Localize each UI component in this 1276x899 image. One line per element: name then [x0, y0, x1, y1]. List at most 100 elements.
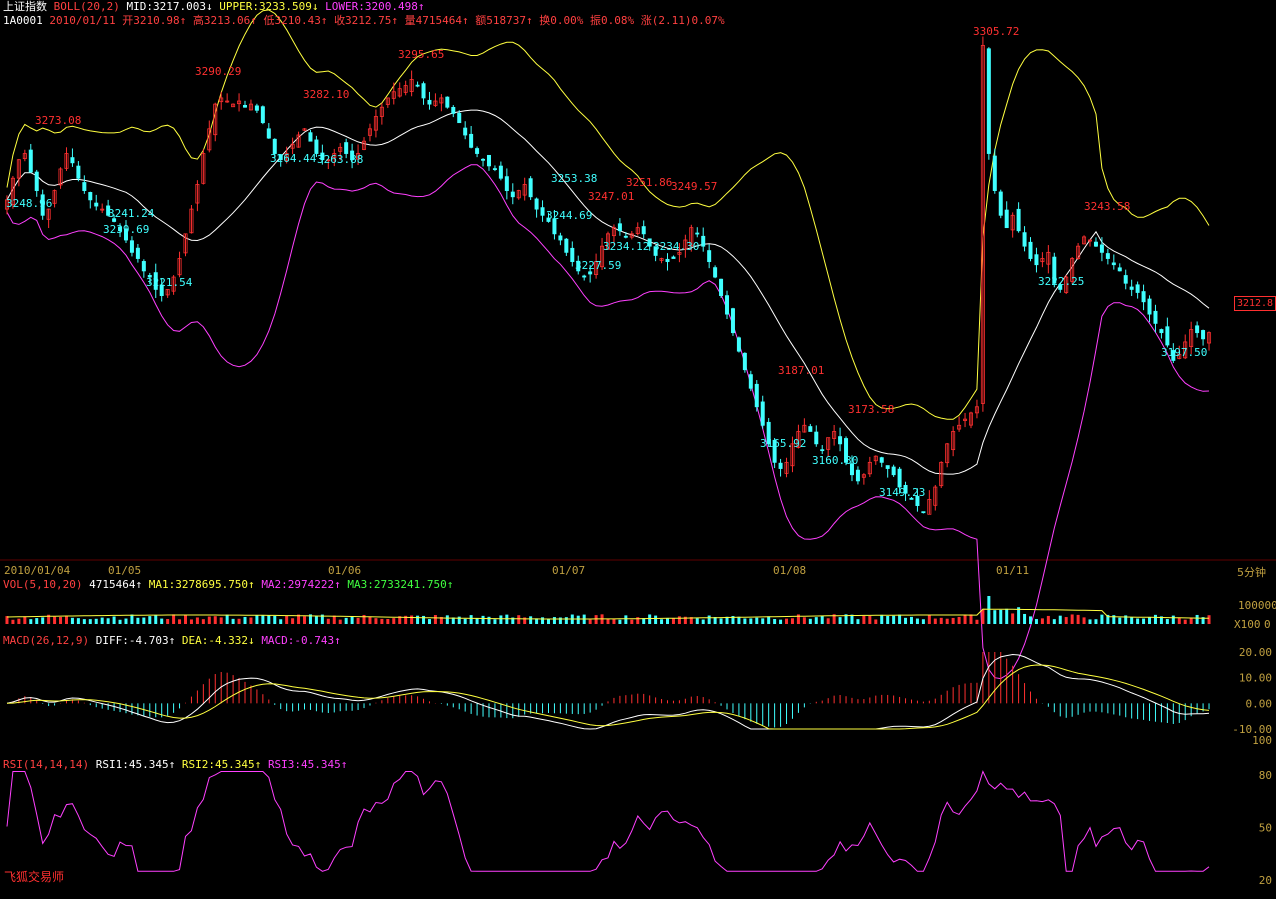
volume-bar [1189, 618, 1193, 624]
volume-bar [1118, 617, 1122, 624]
volume-bar [921, 619, 925, 624]
candle-body [879, 457, 884, 463]
candle-body [992, 155, 997, 191]
volume-bar [1029, 616, 1033, 624]
volume-bar [945, 618, 949, 624]
candle-body [1034, 254, 1039, 266]
volume-bar [695, 618, 699, 624]
candle-body [1093, 241, 1098, 247]
candle-body [736, 337, 741, 352]
low-price-label: 3239.69 [103, 223, 149, 236]
macd-dea-line [6, 664, 1210, 730]
candle-body [707, 250, 712, 263]
date-label: 01/07 [552, 564, 585, 577]
candle-body [129, 240, 134, 253]
volume-bar [773, 619, 777, 624]
candle-body [344, 142, 349, 154]
volume-bar [1070, 614, 1074, 624]
candle-body [671, 256, 676, 259]
volume-bar [1058, 615, 1062, 624]
volume-bar [94, 618, 98, 624]
volume-bar [933, 618, 937, 624]
rsi-header: RSI(14,14,14) RSI1:45.345↑ RSI2:45.345↑ … [3, 758, 347, 771]
volume-bar [898, 614, 902, 624]
volume-bar [499, 615, 503, 624]
macd-tick-label: 20.00 [1239, 646, 1272, 659]
volume-bar [1082, 617, 1086, 624]
vol-ma1: MA1:3278695.750↑ [148, 578, 255, 591]
candle-body [260, 106, 265, 124]
candle-body [641, 226, 646, 235]
volume-bar [392, 618, 396, 624]
volume-bar [279, 619, 283, 624]
volume-bar [410, 615, 414, 624]
high-price-label: 3273.08 [35, 114, 81, 127]
volume-bar [767, 616, 771, 624]
volume-bar [737, 616, 741, 624]
vol-tick-label: 0 [1264, 618, 1271, 631]
volume-bar [237, 618, 241, 624]
volume-bar [939, 617, 943, 624]
volume-bar [1034, 619, 1038, 624]
volume-bar [761, 618, 765, 624]
macd-header: MACD(26,12,9) DIFF:-4.703↑ DEA:-4.332↓ M… [3, 634, 341, 647]
volume-bar [178, 619, 182, 624]
volume-bar [505, 614, 509, 624]
candle-body [534, 198, 539, 210]
volume-bar [1136, 618, 1140, 624]
volume-bar [564, 617, 568, 624]
low-price-label: 3197.50 [1161, 346, 1207, 359]
volume-bar [219, 617, 223, 624]
volume-bar [802, 617, 806, 624]
volume-bar [552, 617, 556, 624]
candle-body [885, 465, 890, 469]
candle-body [28, 149, 33, 173]
volume-bar [660, 619, 664, 624]
volume-bar [23, 616, 27, 624]
candle-body [570, 247, 575, 263]
volume-bar [904, 617, 908, 624]
rsi-tick-label: 100 [1252, 734, 1272, 747]
quote-line: 1A0001 2010/01/11 开3210.98↑ 高3213.06↑ 低3… [3, 14, 725, 27]
candle-body [475, 148, 480, 154]
volume-bar [654, 615, 658, 624]
volume-bar [999, 609, 1003, 624]
quote-low: 低3210.43↑ [263, 14, 328, 27]
volume-bar [862, 615, 866, 624]
volume-ma1-line [6, 608, 1210, 620]
candle-body [1022, 232, 1027, 247]
period-label[interactable]: 5分钟 [1237, 564, 1266, 580]
low-price-label: 3241.24 [108, 207, 155, 220]
boll-label: BOLL(20,2) [53, 0, 120, 13]
quote-volume: 量4715464↑ [404, 14, 469, 27]
candle-body [243, 105, 248, 108]
candle-body [415, 84, 420, 87]
candle-body [135, 247, 140, 259]
volume-bar [17, 618, 21, 624]
volume-bar [987, 596, 991, 624]
volume-bar [886, 615, 890, 624]
rsi2: RSI2:45.345↑ [181, 758, 262, 771]
volume-bar [558, 617, 562, 624]
vol-ma2: MA2:2974222↑ [261, 578, 341, 591]
candle-body [1165, 326, 1170, 346]
low-price-label: 3234.12 [603, 240, 649, 253]
volume-bar [41, 617, 45, 624]
volume-bar [814, 617, 818, 624]
candle-body [469, 133, 474, 148]
volume-bar [618, 619, 622, 624]
volume-bar [719, 618, 723, 624]
volume-bar [303, 616, 307, 624]
volume-bar [29, 619, 33, 624]
high-price-label: 3295.65 [398, 48, 444, 61]
candle-body [1004, 209, 1009, 229]
volume-bar [1177, 617, 1181, 624]
volume-bar [975, 619, 979, 624]
candle-body [486, 154, 491, 167]
low-price-label: 3264.44 [270, 152, 317, 165]
volume-bar [1207, 615, 1211, 624]
candle-body [1099, 244, 1104, 253]
candle-body [504, 176, 509, 191]
low-price-label: 3248.96 [6, 197, 52, 210]
candle-body [540, 207, 545, 216]
